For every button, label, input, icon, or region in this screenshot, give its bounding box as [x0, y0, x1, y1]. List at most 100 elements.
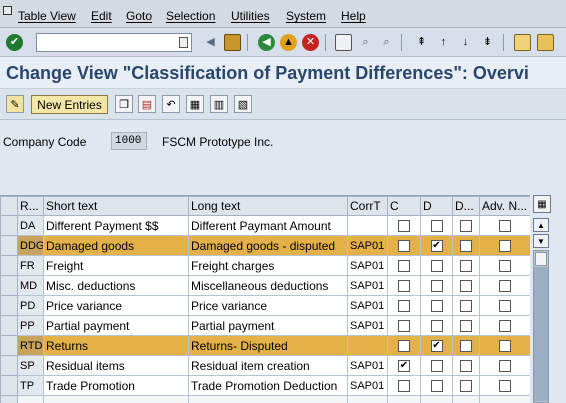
short-text-cell[interactable]: Returns [43, 335, 189, 356]
scroll-up-icon[interactable]: ▲ [533, 218, 549, 232]
d2-checkbox[interactable] [460, 360, 472, 373]
enter-icon[interactable]: ✔ [6, 34, 23, 51]
d-checkbox[interactable] [430, 320, 443, 333]
new-session-icon[interactable] [514, 34, 531, 51]
shortcut-icon[interactable] [537, 34, 554, 51]
deselect-all-icon[interactable]: ▧ [234, 95, 252, 113]
adv-n-checkbox[interactable] [499, 260, 511, 273]
col-header-adv-n[interactable]: Adv. N... [479, 196, 530, 216]
col-header-d[interactable]: D [420, 196, 453, 216]
d-checkbox[interactable] [430, 360, 443, 373]
d2-checkbox[interactable] [460, 340, 472, 353]
adv-n-checkbox[interactable] [499, 320, 511, 333]
save-icon[interactable] [224, 34, 241, 51]
display-change-icon[interactable]: ✎ [6, 95, 24, 113]
new-entries-button[interactable]: New Entries [31, 95, 108, 114]
adv-n-checkbox[interactable] [499, 340, 511, 353]
d2-checkbox[interactable] [460, 380, 472, 393]
corrt-cell[interactable]: SAP01 [347, 235, 388, 256]
c-checkbox[interactable] [398, 340, 410, 353]
d-checkbox[interactable] [430, 380, 443, 393]
col-header-corrt[interactable]: CorrT [347, 196, 388, 216]
corrt-cell[interactable]: SAP01 [347, 275, 388, 296]
short-text-cell[interactable]: Partial payment [43, 315, 189, 336]
table-row[interactable]: DA Different Payment $$ Different Paymant … [0, 215, 530, 236]
adv-n-checkbox[interactable] [499, 220, 511, 233]
corrt-cell[interactable]: SAP01 [347, 255, 388, 276]
short-text-cell[interactable]: Trade Promotion [43, 375, 189, 396]
menu-table-view[interactable]: Table View [18, 9, 76, 23]
long-text-cell[interactable]: Returns- Disputed [188, 335, 348, 356]
c-checkbox[interactable]: ✔ [398, 360, 410, 373]
short-text-cell[interactable]: Price variance [43, 295, 189, 316]
adv-n-checkbox[interactable] [499, 240, 511, 253]
long-text-cell[interactable]: Trade Promotion Deduction [188, 375, 348, 396]
c-checkbox[interactable] [398, 320, 410, 333]
print-icon[interactable] [335, 34, 352, 51]
table-row[interactable]: RTD Returns Returns- Disputed ✔ [0, 335, 530, 356]
table-row[interactable]: MD Misc. deductions Miscellaneous deductio… [0, 275, 530, 296]
menu-system[interactable]: System [286, 9, 326, 23]
corrt-cell[interactable]: SAP01 [347, 355, 388, 376]
table-row[interactable]: TP Trade Promotion Trade Promotion Deducti… [0, 375, 530, 396]
col-header-c[interactable]: C [387, 196, 421, 216]
d2-checkbox[interactable] [460, 240, 472, 253]
select-all-icon[interactable]: ▦ [186, 95, 204, 113]
delete-icon[interactable]: ▤ [138, 95, 156, 113]
c-checkbox[interactable] [398, 280, 410, 293]
find-next-icon[interactable]: ⌕ [378, 34, 395, 51]
d2-checkbox[interactable] [460, 320, 472, 333]
command-field[interactable] [36, 33, 192, 52]
long-text-cell[interactable]: Price variance [188, 295, 348, 316]
previous-page-icon[interactable]: ↑ [435, 34, 452, 51]
corrt-cell[interactable] [347, 215, 388, 236]
row-selector[interactable] [0, 255, 18, 276]
row-selector[interactable] [0, 315, 18, 336]
row-selector[interactable] [0, 335, 18, 356]
d2-checkbox[interactable] [460, 280, 472, 293]
d2-checkbox[interactable] [460, 260, 472, 273]
c-checkbox[interactable] [398, 300, 410, 313]
system-menu-icon[interactable] [3, 6, 12, 15]
short-text-cell[interactable]: Freight [43, 255, 189, 276]
long-text-cell[interactable]: Different Paymant Amount [188, 215, 348, 236]
row-selector[interactable] [0, 355, 18, 376]
first-page-icon[interactable]: ⇞ [413, 34, 430, 51]
col-header-long-text[interactable]: Long text [188, 196, 348, 216]
row-selector[interactable] [0, 295, 18, 316]
collapse-arrow-icon[interactable]: ◀ [202, 34, 219, 51]
command-history-icon[interactable] [179, 37, 188, 48]
menu-edit[interactable]: Edit [91, 9, 112, 23]
d2-checkbox[interactable] [460, 300, 472, 313]
d-checkbox[interactable] [430, 300, 443, 313]
last-page-icon[interactable]: ⇟ [479, 34, 496, 51]
corrt-cell[interactable]: SAP01 [347, 295, 388, 316]
menu-help[interactable]: Help [341, 9, 366, 23]
menu-selection[interactable]: Selection [166, 9, 215, 23]
copy-as-icon[interactable]: ❐ [115, 95, 133, 113]
table-row[interactable]: SP Residual items Residual item creation SA… [0, 355, 530, 376]
exit-icon[interactable]: ▲ [280, 34, 297, 51]
d-checkbox[interactable]: ✔ [430, 240, 443, 253]
d-checkbox[interactable]: ✔ [430, 340, 443, 353]
vertical-scrollbar[interactable] [533, 250, 549, 403]
row-selector[interactable] [0, 235, 18, 256]
short-text-cell[interactable]: Damaged goods [43, 235, 189, 256]
column-settings-icon[interactable]: ▦ [533, 195, 551, 213]
table-row[interactable]: DDG Damaged goods Damaged goods - disputed… [0, 235, 530, 256]
select-block-icon[interactable]: ▥ [210, 95, 228, 113]
adv-n-checkbox[interactable] [499, 300, 511, 313]
adv-n-checkbox[interactable] [499, 380, 511, 393]
back-icon[interactable]: ◀ [258, 34, 275, 51]
undo-change-icon[interactable]: ↶ [162, 95, 180, 113]
cancel-icon[interactable]: ✕ [302, 34, 319, 51]
col-header-short-text[interactable]: Short text [43, 196, 189, 216]
scroll-down-icon[interactable]: ▼ [533, 234, 549, 248]
long-text-cell[interactable]: Partial payment [188, 315, 348, 336]
col-header-r[interactable]: R... [17, 196, 44, 216]
find-icon[interactable]: ⌕ [357, 34, 374, 51]
menu-goto[interactable]: Goto [126, 9, 152, 23]
d-checkbox[interactable] [430, 260, 443, 273]
d2-checkbox[interactable] [460, 220, 472, 233]
next-page-icon[interactable]: ↓ [457, 34, 474, 51]
